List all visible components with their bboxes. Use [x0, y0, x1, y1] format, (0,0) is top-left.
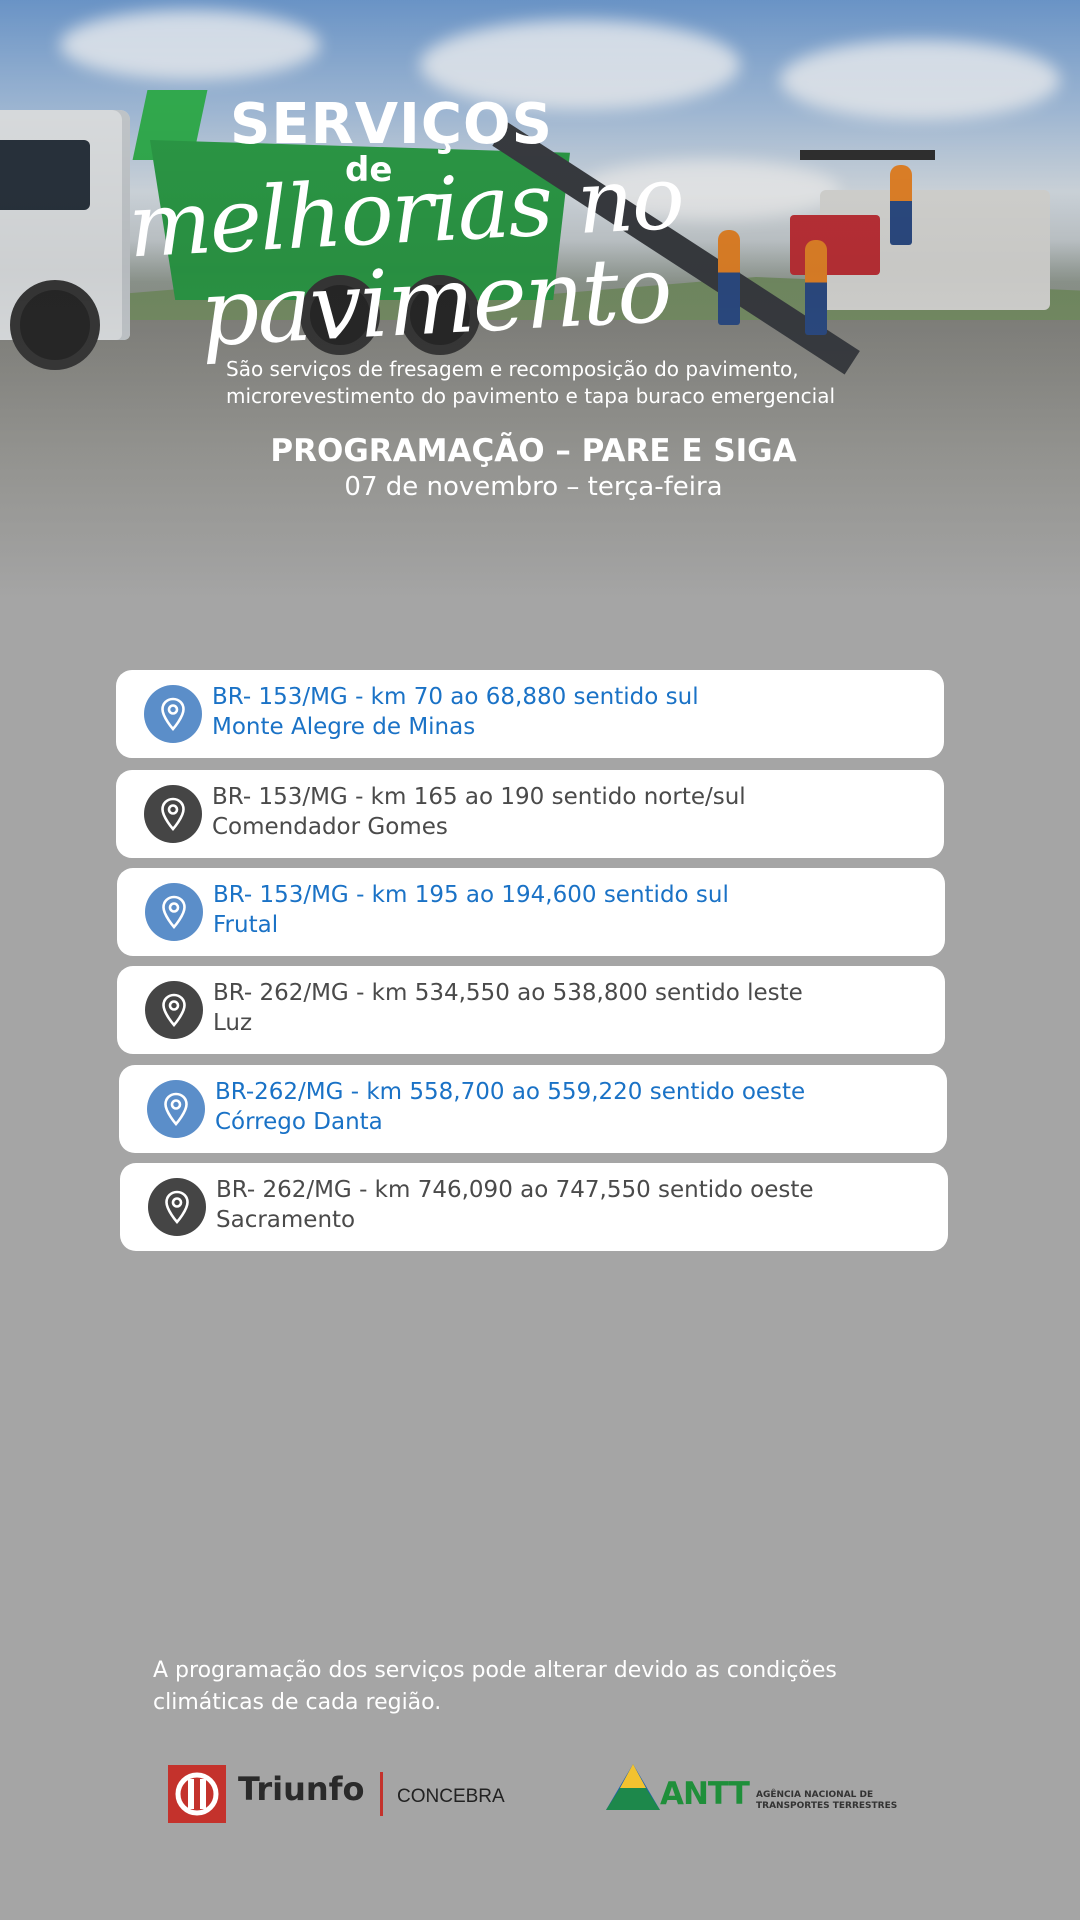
location-city: Córrego Danta [215, 1109, 383, 1135]
weather-notice: A programação dos serviços pode alterar … [153, 1655, 913, 1719]
antt-logo-icon [604, 1762, 662, 1816]
location-pin-icon [148, 1178, 206, 1236]
location-route: BR- 262/MG - km 746,090 ao 747,550 senti… [216, 1177, 814, 1203]
antt-logo-subtitle: AGÊNCIA NACIONAL DE TRANSPORTES TERRESTR… [756, 1790, 897, 1812]
location-city: Comendador Gomes [212, 814, 448, 840]
location-pin-icon [144, 785, 202, 843]
location-card: BR-262/MG - km 558,700 ao 559,220 sentid… [119, 1065, 947, 1153]
location-city: Luz [213, 1010, 253, 1036]
description-line-1: São serviços de fresagem e recomposição … [226, 357, 799, 381]
concebra-logo: CONCEBRA [397, 1786, 505, 1807]
location-route: BR-262/MG - km 558,700 ao 559,220 sentid… [215, 1079, 806, 1105]
notice-line-2: climáticas de cada região. [153, 1690, 442, 1715]
services-description: São serviços de fresagem e recomposição … [226, 356, 926, 410]
schedule-title: PROGRAMAÇÃO – PARE E SIGA [270, 433, 797, 469]
antt-sub-line-2: TRANSPORTES TERRESTRES [756, 1801, 898, 1811]
triunfo-logo-text: Triunfo [238, 1770, 365, 1808]
location-route: BR- 153/MG - km 165 ao 190 sentido norte… [212, 784, 746, 810]
location-city: Frutal [213, 912, 279, 938]
antt-sub-line-1: AGÊNCIA NACIONAL DE [756, 1790, 874, 1800]
location-pin-icon [145, 883, 203, 941]
location-card: BR- 262/MG - km 534,550 ao 538,800 senti… [117, 966, 945, 1054]
location-pin-icon [144, 685, 202, 743]
location-city: Monte Alegre de Minas [212, 714, 476, 740]
location-card: BR- 153/MG - km 165 ao 190 sentido norte… [116, 770, 944, 858]
location-route: BR- 262/MG - km 534,550 ao 538,800 senti… [213, 980, 803, 1006]
title-servicos: SERVIÇOS [230, 92, 553, 157]
location-card: BR- 153/MG - km 195 ao 194,600 sentido s… [117, 868, 945, 956]
location-pin-icon [145, 981, 203, 1039]
description-line-2: microrevestimento do pavimento e tapa bu… [226, 384, 836, 408]
logo-divider [380, 1772, 383, 1816]
schedule-date: 07 de novembro – terça-feira [344, 472, 723, 502]
location-city: Sacramento [216, 1207, 356, 1233]
triunfo-logo-icon [168, 1765, 226, 1823]
antt-logo-text: ANTT [660, 1776, 750, 1812]
location-route: BR- 153/MG - km 70 ao 68,880 sentido sul [212, 684, 699, 710]
notice-line-1: A programação dos serviços pode alterar … [153, 1658, 837, 1683]
location-card: BR- 262/MG - km 746,090 ao 747,550 senti… [120, 1163, 948, 1251]
location-pin-icon [147, 1080, 205, 1138]
location-route: BR- 153/MG - km 195 ao 194,600 sentido s… [213, 882, 729, 908]
location-card: BR- 153/MG - km 70 ao 68,880 sentido sul… [116, 670, 944, 758]
